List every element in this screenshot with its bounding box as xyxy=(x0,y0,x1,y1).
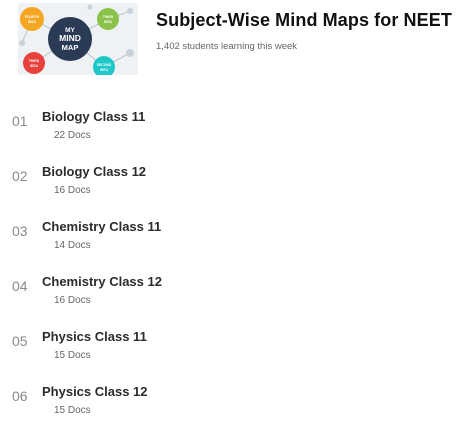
bubble-text: THIRD xyxy=(29,59,40,63)
module-name[interactable]: Biology Class 11 xyxy=(42,109,145,124)
module-index: 06 xyxy=(12,388,28,404)
module-item[interactable]: 06 Physics Class 12 15 Docs xyxy=(0,380,476,428)
idea-bubble-green xyxy=(97,8,119,30)
bubble-text: IDEA xyxy=(100,68,109,72)
module-doc-count: 22 Docs xyxy=(54,130,91,141)
module-doc-count: 15 Docs xyxy=(54,350,91,361)
module-index: 05 xyxy=(12,333,28,349)
module-doc-count: 14 Docs xyxy=(54,240,91,251)
module-item[interactable]: 05 Physics Class 11 15 Docs xyxy=(0,325,476,373)
bubble-text: THIRD xyxy=(103,15,114,19)
module-item[interactable]: 03 Chemistry Class 11 14 Docs xyxy=(0,215,476,263)
module-name[interactable]: Physics Class 11 xyxy=(42,329,147,344)
center-text-3: MAP xyxy=(62,43,79,52)
module-index: 04 xyxy=(12,278,28,294)
module-name[interactable]: Physics Class 12 xyxy=(42,384,148,399)
course-title[interactable]: Subject-Wise Mind Maps for NEET xyxy=(156,10,452,31)
learner-count: 1,402 students learning this week xyxy=(156,41,298,52)
idea-bubble-orange xyxy=(20,7,44,31)
bubble-text: IDEA xyxy=(30,64,39,68)
module-item[interactable]: 02 Biology Class 12 16 Docs xyxy=(0,160,476,208)
module-item[interactable]: 01 Biology Class 11 22 Docs xyxy=(0,105,476,153)
bubble-text: IDEA xyxy=(104,20,113,24)
module-doc-count: 16 Docs xyxy=(54,295,91,306)
module-index: 03 xyxy=(12,223,28,239)
center-text-2: MIND xyxy=(59,33,81,43)
module-name[interactable]: Chemistry Class 12 xyxy=(42,274,162,289)
bubble-text: SECOND xyxy=(97,63,112,67)
module-name[interactable]: Chemistry Class 11 xyxy=(42,219,161,234)
module-index: 02 xyxy=(12,168,28,184)
course-header: MY MIND MAP FOURTH IDEA THIRD IDEA THIRD… xyxy=(0,0,476,80)
idea-bubble-red xyxy=(23,52,45,74)
module-item[interactable]: 04 Chemistry Class 12 16 Docs xyxy=(0,270,476,318)
course-thumbnail[interactable]: MY MIND MAP FOURTH IDEA THIRD IDEA THIRD… xyxy=(18,3,138,75)
mind-map-illustration: MY MIND MAP FOURTH IDEA THIRD IDEA THIRD… xyxy=(18,3,138,75)
module-doc-count: 16 Docs xyxy=(54,185,91,196)
module-index: 01 xyxy=(12,113,28,129)
bubble-text: IDEA xyxy=(28,20,37,24)
bubble-text: FOURTH xyxy=(25,15,40,19)
module-name[interactable]: Biology Class 12 xyxy=(42,164,146,179)
module-doc-count: 15 Docs xyxy=(54,405,91,416)
